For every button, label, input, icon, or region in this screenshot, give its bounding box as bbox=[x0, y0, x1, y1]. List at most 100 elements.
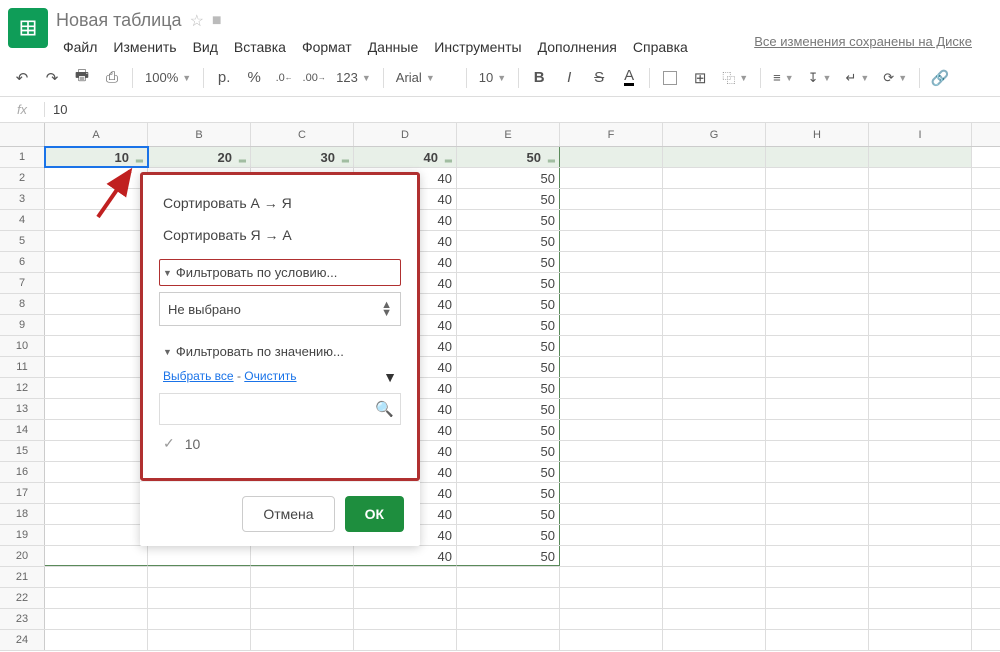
menu-data[interactable]: Данные bbox=[361, 35, 426, 59]
cell[interactable]: 50 bbox=[457, 294, 560, 314]
cell[interactable] bbox=[869, 525, 972, 545]
cell[interactable] bbox=[148, 609, 251, 629]
cell[interactable] bbox=[354, 588, 457, 608]
cell[interactable] bbox=[663, 609, 766, 629]
cell[interactable] bbox=[354, 567, 457, 587]
cell[interactable] bbox=[560, 147, 663, 167]
rotate-button[interactable]: ⟳▼ bbox=[877, 64, 913, 92]
cell[interactable] bbox=[869, 504, 972, 524]
bold-button[interactable]: B bbox=[525, 64, 553, 92]
row-header[interactable]: 1 bbox=[0, 147, 45, 167]
row-header[interactable]: 3 bbox=[0, 189, 45, 209]
cell[interactable] bbox=[45, 294, 148, 314]
cell[interactable] bbox=[148, 588, 251, 608]
cell[interactable] bbox=[766, 420, 869, 440]
row-header[interactable]: 17 bbox=[0, 483, 45, 503]
cell[interactable] bbox=[560, 357, 663, 377]
cell[interactable]: 50 bbox=[457, 168, 560, 188]
cell[interactable]: 30═ bbox=[251, 147, 354, 167]
borders-button[interactable]: ⊞ bbox=[686, 64, 714, 92]
cell[interactable] bbox=[251, 567, 354, 587]
cell[interactable] bbox=[766, 567, 869, 587]
cell[interactable] bbox=[869, 210, 972, 230]
cell[interactable] bbox=[766, 546, 869, 566]
cell[interactable] bbox=[45, 630, 148, 650]
cell[interactable]: 50 bbox=[457, 357, 560, 377]
cell[interactable] bbox=[869, 483, 972, 503]
undo-button[interactable]: ↶ bbox=[8, 64, 36, 92]
percent-button[interactable]: % bbox=[240, 64, 268, 92]
cell[interactable]: 50 bbox=[457, 378, 560, 398]
cell[interactable]: 10═ bbox=[45, 147, 148, 167]
cell[interactable] bbox=[663, 252, 766, 272]
document-title[interactable]: Новая таблица bbox=[56, 10, 182, 31]
cell[interactable] bbox=[45, 420, 148, 440]
cell[interactable] bbox=[663, 189, 766, 209]
cell[interactable] bbox=[869, 315, 972, 335]
row-header[interactable]: 2 bbox=[0, 168, 45, 188]
row-header[interactable]: 15 bbox=[0, 441, 45, 461]
cancel-button[interactable]: Отмена bbox=[242, 496, 334, 532]
cell[interactable] bbox=[869, 609, 972, 629]
cell[interactable] bbox=[560, 504, 663, 524]
cell[interactable] bbox=[45, 609, 148, 629]
row-header[interactable]: 8 bbox=[0, 294, 45, 314]
row-header[interactable]: 6 bbox=[0, 252, 45, 272]
cell[interactable] bbox=[766, 273, 869, 293]
menu-tools[interactable]: Инструменты bbox=[427, 35, 528, 59]
cell[interactable] bbox=[45, 567, 148, 587]
cell[interactable]: 50 bbox=[457, 210, 560, 230]
cell[interactable] bbox=[869, 588, 972, 608]
cell[interactable] bbox=[560, 378, 663, 398]
cell[interactable] bbox=[560, 273, 663, 293]
row-header[interactable]: 22 bbox=[0, 588, 45, 608]
save-status[interactable]: Все изменения сохранены на Диске bbox=[754, 34, 992, 49]
row-header[interactable]: 21 bbox=[0, 567, 45, 587]
cell[interactable] bbox=[663, 210, 766, 230]
row-header[interactable]: 18 bbox=[0, 504, 45, 524]
halign-button[interactable]: ≡▼ bbox=[767, 64, 800, 92]
cell[interactable]: 50═ bbox=[457, 147, 560, 167]
col-header[interactable]: F bbox=[560, 123, 663, 146]
cell[interactable] bbox=[457, 630, 560, 650]
cell[interactable] bbox=[663, 462, 766, 482]
cell[interactable] bbox=[766, 189, 869, 209]
filter-search-input[interactable]: 🔍 bbox=[159, 393, 401, 425]
menu-view[interactable]: Вид bbox=[186, 35, 225, 59]
row-header[interactable]: 24 bbox=[0, 630, 45, 650]
row-header[interactable]: 5 bbox=[0, 231, 45, 251]
cell[interactable] bbox=[663, 399, 766, 419]
valign-button[interactable]: ↧▼ bbox=[802, 64, 838, 92]
dec-less-button[interactable]: .0← bbox=[270, 64, 298, 92]
cell[interactable] bbox=[663, 546, 766, 566]
cell[interactable] bbox=[663, 273, 766, 293]
italic-button[interactable]: I bbox=[555, 64, 583, 92]
cell[interactable] bbox=[251, 588, 354, 608]
cell[interactable] bbox=[45, 378, 148, 398]
paint-format-button[interactable]: ⎙ bbox=[98, 64, 126, 92]
cell[interactable] bbox=[457, 567, 560, 587]
cell[interactable] bbox=[869, 336, 972, 356]
cell[interactable] bbox=[45, 483, 148, 503]
cell[interactable] bbox=[869, 630, 972, 650]
cell[interactable] bbox=[766, 630, 869, 650]
cell[interactable] bbox=[251, 609, 354, 629]
cell[interactable] bbox=[869, 147, 972, 167]
cell[interactable] bbox=[663, 441, 766, 461]
cell[interactable] bbox=[663, 588, 766, 608]
cell[interactable] bbox=[560, 399, 663, 419]
row-header[interactable]: 23 bbox=[0, 609, 45, 629]
menu-addons[interactable]: Дополнения bbox=[531, 35, 624, 59]
cell[interactable] bbox=[45, 273, 148, 293]
cell[interactable] bbox=[766, 315, 869, 335]
wrap-button[interactable]: ↵▼ bbox=[839, 64, 875, 92]
row-header[interactable]: 7 bbox=[0, 273, 45, 293]
cell[interactable] bbox=[766, 378, 869, 398]
cell[interactable] bbox=[45, 252, 148, 272]
cell[interactable]: 50 bbox=[457, 189, 560, 209]
row-header[interactable]: 9 bbox=[0, 315, 45, 335]
cell[interactable]: 50 bbox=[457, 273, 560, 293]
cell[interactable]: 50 bbox=[457, 441, 560, 461]
cell[interactable] bbox=[354, 609, 457, 629]
cell[interactable] bbox=[45, 357, 148, 377]
